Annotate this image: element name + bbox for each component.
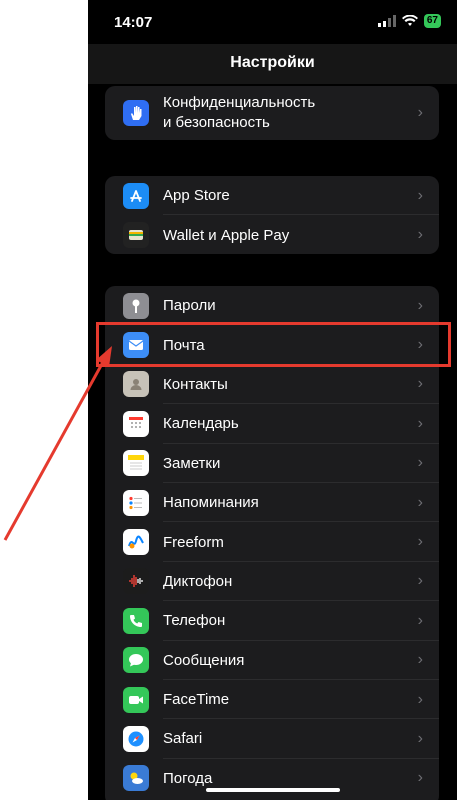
annotation-arrow bbox=[3, 346, 112, 541]
